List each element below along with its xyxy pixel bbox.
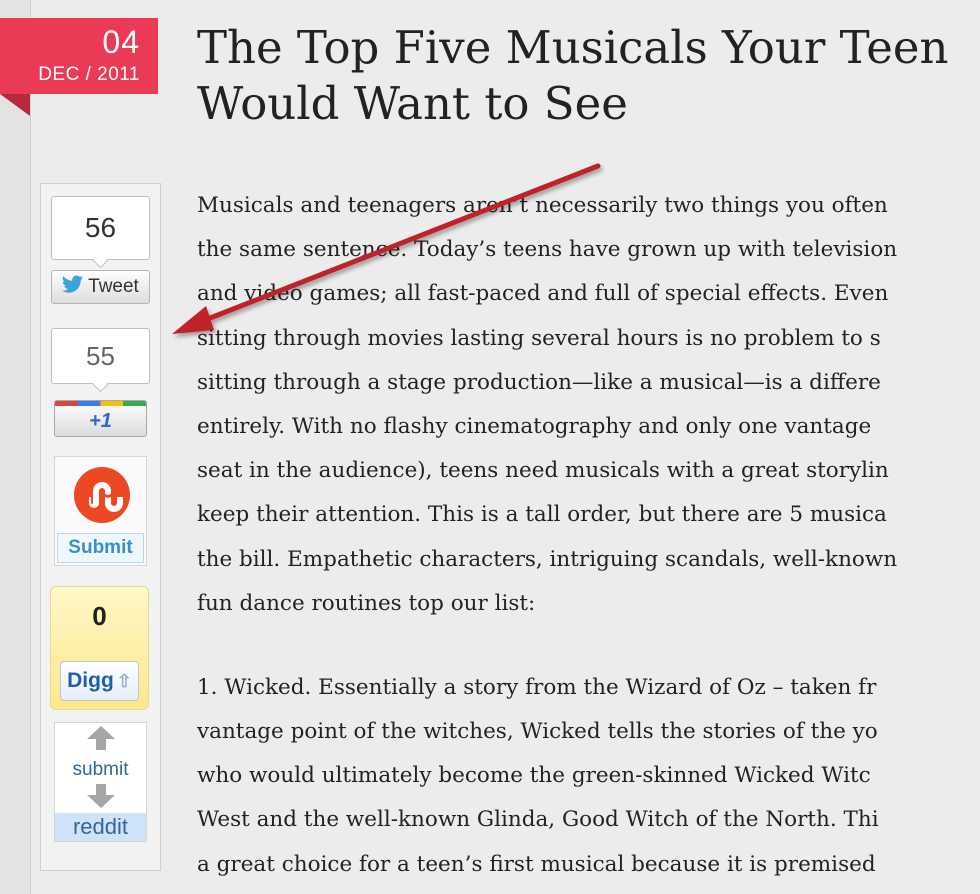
date-badge: 04 DEC / 2011 xyxy=(0,18,158,94)
upvote-arrow-icon[interactable] xyxy=(55,725,146,758)
article-line: who would ultimately become the green-sk… xyxy=(197,763,871,789)
article-line: a great choice for a teen’s first musica… xyxy=(197,851,876,877)
reddit-label: reddit xyxy=(55,813,146,841)
article-line: West and the well-known Glinda, Good Wit… xyxy=(197,807,879,833)
date-day: 04 xyxy=(102,24,140,60)
article-line: vantage point of the witches, Wicked tel… xyxy=(197,719,878,745)
article-line: Musicals and teenagers aren’t necessaril… xyxy=(197,193,888,218)
article-line: the bill. Empathetic characters, intrigu… xyxy=(197,546,898,572)
tweet-count: 56 xyxy=(51,196,150,260)
digg-widget: 0 Digg ⇧ xyxy=(50,586,149,710)
digg-button[interactable]: Digg ⇧ xyxy=(60,661,139,701)
article-body: Musicals and teenagers aren’t necessaril… xyxy=(197,184,980,887)
stumbleupon-icon[interactable] xyxy=(74,467,130,523)
article-line: sitting through movies lasting several h… xyxy=(197,325,881,351)
tweet-label: Tweet xyxy=(88,276,139,297)
article-line: seat in the audience), teens need musica… xyxy=(197,458,889,484)
post-title[interactable]: The Top Five Musicals Your Teen Would Wa… xyxy=(197,20,980,132)
downvote-arrow-icon[interactable] xyxy=(55,783,146,816)
date-badge-fold xyxy=(0,94,30,116)
reddit-widget[interactable]: submit reddit xyxy=(54,722,147,842)
article-line: sitting through a stage production—like … xyxy=(197,369,881,395)
digg-label: Digg xyxy=(67,669,114,692)
article-paragraph-2: 1. Wicked. Essentially a story from the … xyxy=(197,666,980,887)
article-line: keep their attention. This is a tall ord… xyxy=(197,502,887,528)
stumbleupon-widget: Submit xyxy=(54,456,147,566)
up-arrow-icon: ⇧ xyxy=(116,670,132,691)
gplus-color-bar xyxy=(55,401,146,406)
post-title-text: The Top Five Musicals Your Teen Would Wa… xyxy=(197,21,949,130)
article-line: the same sentence. Today’s teens have gr… xyxy=(197,237,898,263)
article-paragraph-1: Musicals and teenagers aren’t necessaril… xyxy=(197,184,980,626)
page-margin xyxy=(0,0,31,894)
gplus-button[interactable]: +1 xyxy=(54,400,147,437)
article-line: fun dance routines top our list: xyxy=(197,590,536,616)
twitter-bird-icon xyxy=(62,275,84,299)
date-month-year: DEC / 2011 xyxy=(38,64,140,85)
article-line: entirely. With no flashy cinematography … xyxy=(197,413,872,439)
gplus-count: 55 xyxy=(51,328,150,384)
tweet-button[interactable]: Tweet xyxy=(51,270,150,304)
article-line: and video games; all fast-paced and full… xyxy=(197,281,889,307)
share-sidebar: 56 Tweet 55 +1 Submit 0 Digg ⇧ submit re… xyxy=(40,183,161,871)
digg-count: 0 xyxy=(92,601,107,631)
reddit-submit-label: submit xyxy=(72,759,129,780)
gplus-label: +1 xyxy=(89,410,112,432)
article-line: 1. Wicked. Essentially a story from the … xyxy=(197,674,877,700)
stumbleupon-submit-button[interactable]: Submit xyxy=(57,533,144,563)
